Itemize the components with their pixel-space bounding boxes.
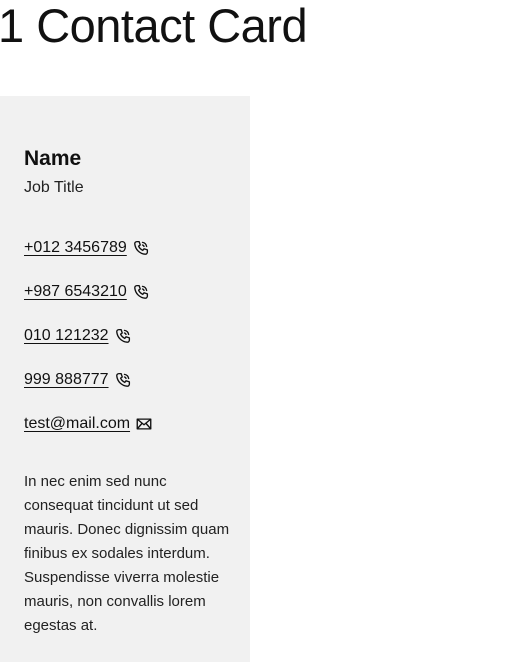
contact-job-title: Job Title [24,179,84,196]
page-title: 1 Contact Card [0,0,308,52]
phone-row-1: +012 3456789 [24,237,150,259]
phone-icon [132,283,150,301]
contact-bio: In nec enim sed nunc consequat tincidunt… [24,473,230,634]
phone-icon [114,327,132,345]
phone-row-3: 010 121232 [24,325,132,347]
phone-icon [132,239,150,257]
email-link[interactable]: test@mail.com [24,413,130,435]
phone-row-4: 999 888777 [24,369,132,391]
phone-link-4[interactable]: 999 888777 [24,369,109,391]
mail-icon [135,415,153,433]
email-row: test@mail.com [24,413,153,435]
contact-name: Name [24,147,82,170]
phone-link-2[interactable]: +987 6543210 [24,281,127,303]
phone-link-1[interactable]: +012 3456789 [24,237,127,259]
phone-row-2: +987 6543210 [24,281,150,303]
phone-link-3[interactable]: 010 121232 [24,325,109,347]
phone-icon [114,371,132,389]
